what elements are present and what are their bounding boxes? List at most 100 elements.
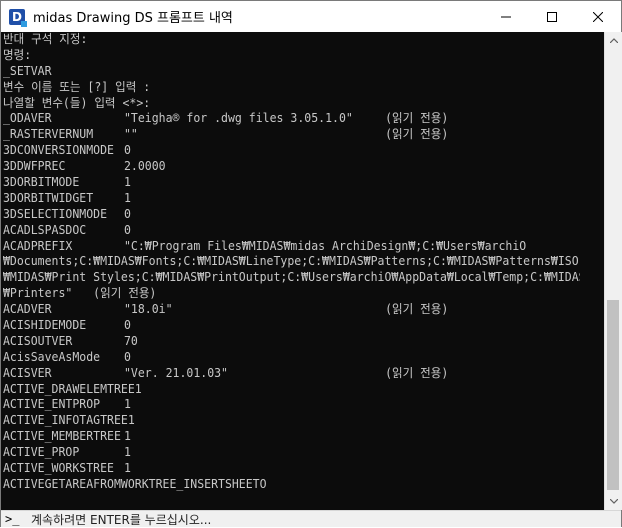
console-line-value: 1 [123, 461, 131, 476]
console-line-text: ₩Printers" (읽기 전용) [3, 286, 157, 301]
console-line-value: "Ver. 21.01.03" [123, 365, 228, 380]
console-line-note: (읽기 전용) [385, 127, 449, 142]
console-line-value: "Teigha® for .dwg files 3.05.1.0" [123, 111, 353, 126]
console-line: AcisSaveAsMode 0 [3, 350, 580, 366]
scroll-up-button[interactable] [605, 32, 622, 49]
window-title: midas Drawing DS 프롬프트 내역 [33, 11, 233, 26]
console-line-value: 0 [123, 318, 131, 333]
console-line-text: AcisSaveAsMode [3, 349, 101, 364]
console-line-text: 나열할 변수(들) 입력 <*>: [3, 95, 151, 110]
console-line-value: 1 [123, 429, 131, 444]
chevron-up-icon [609, 38, 618, 43]
console-line-text: ACTIVE_PROP [3, 445, 80, 460]
console-line: ACTIVE_ENTPROP 1 [3, 397, 580, 413]
console-line-text: _SETVAR [3, 63, 52, 78]
console-line-text: 명령: [3, 47, 32, 62]
minimize-icon [501, 16, 511, 17]
maximize-icon [547, 11, 557, 22]
console-line: 3DCONVERSIONMODE 0 [3, 143, 580, 159]
console-line-text: ACISVER [3, 365, 52, 380]
console-line-text: ACTIVE_DRAWELEMTREE1 [3, 381, 142, 396]
console-line-value: "C:₩Program Files₩MIDAS₩midas ArchiDesig… [123, 238, 527, 253]
console-line-note: (읽기 전용) [385, 111, 449, 126]
console-line-text: ACTIVE_INFOTAGTREE1 [3, 413, 135, 428]
status-message: 계속하려면 ENTER를 누르십시오... [31, 512, 212, 527]
scrollbar-thumb[interactable] [607, 300, 619, 490]
console-line: _RASTERVERNUM "" (읽기 전용) [3, 127, 580, 143]
console-line-text: 3DDWFPREC [3, 159, 66, 174]
console-line: 나열할 변수(들) 입력 <*>: [3, 96, 580, 112]
console-line-value: 1 [123, 445, 131, 460]
console-line: ACADLSPASDOC 0 [3, 223, 580, 239]
console-line-text: ACISHIDEMODE [3, 318, 87, 333]
console-line-text: ACADPREFIX [3, 238, 73, 253]
console-line-value: 0 [123, 349, 131, 364]
console-line-text: ACTIVE_MEMBERTREE [3, 429, 121, 444]
console-line-text: 변수 이름 또는 [?] 입력 : [3, 79, 151, 94]
prompt-history-window: D midas Drawing DS 프롬프트 내역 반대 구석 지정: 명령: _… [0, 0, 622, 527]
midas-app-icon: D [9, 8, 27, 27]
console-line: 3DORBITWIDGET 1 [3, 191, 580, 207]
console-line: _ODAVER "Teigha® for .dwg files 3.05.1.0"… [3, 111, 580, 127]
console-line-value: 1 [123, 175, 131, 190]
console-line-text: ACTIVE_ENTPROP [3, 397, 101, 412]
console-line-value: 1 [123, 397, 131, 412]
console-line: ₩MIDAS₩Print Styles;C:₩MIDAS₩PrintOutput… [3, 270, 580, 286]
console-line: 명령: [3, 48, 580, 64]
console-line-value: 2.0000 [123, 159, 166, 174]
console-line-text: 3DSELECTIONMODE [3, 206, 108, 221]
console-line: ACADPREFIX "C:₩Program Files₩MIDAS₩midas … [3, 239, 580, 255]
console-line: ACISHIDEMODE 0 [3, 318, 580, 334]
console-line-text: _ODAVER [3, 111, 52, 126]
console-line: _SETVAR [3, 64, 580, 80]
console-line-note: (읽기 전용) [385, 302, 449, 317]
console-line-text: 3DORBITMODE [3, 175, 80, 190]
maximize-button[interactable] [529, 1, 575, 32]
console-lines: 반대 구석 지정: 명령: _SETVAR 변수 이름 또는 [?] 입력 : 나열할 … [3, 32, 604, 493]
console-line-text: ACISOUTVER [3, 333, 73, 348]
close-button[interactable] [575, 1, 621, 32]
console-line-value: 1 [123, 190, 131, 205]
console-line: ACISVER "Ver. 21.01.03" (읽기 전용) [3, 366, 580, 382]
console-line: ₩Printers" (읽기 전용) [3, 286, 580, 302]
console-line-value: 0 [123, 143, 131, 158]
console-line-text: 3DCONVERSIONMODE [3, 143, 114, 158]
console-line: ACISOUTVER 70 [3, 334, 580, 350]
console-line-text: ₩Documents;C:₩MIDAS₩Fonts;C:₩MIDAS₩LineT… [3, 254, 580, 269]
close-icon [593, 11, 603, 22]
console-line: 3DORBITMODE 1 [3, 175, 580, 191]
console-line: ACTIVE_WORKSTREE 1 [3, 461, 580, 477]
chevron-down-icon [609, 499, 618, 504]
console-line: 3DDWFPREC 2.0000 [3, 159, 580, 175]
console-line: ACTIVE_MEMBERTREE 1 [3, 429, 580, 445]
console-line-text: 반대 구석 지정: [3, 32, 88, 46]
console-line: ACTIVEGETAREAFROMWORKTREE_INSERTSHEETO [3, 477, 580, 493]
console-line-text: ACTIVEGETAREAFROMWORKTREE_INSERTSHEETO [3, 476, 267, 491]
console-output[interactable]: 반대 구석 지정: 명령: _SETVAR 변수 이름 또는 [?] 입력 : 나열할 … [1, 32, 604, 510]
status-bar[interactable]: >_ 계속하려면 ENTER를 누르십시오... [1, 510, 621, 527]
console-line-value: "" [123, 127, 138, 142]
console-line-text: ACADVER [3, 302, 52, 317]
console-line: ACADVER "18.0i" (읽기 전용) [3, 302, 580, 318]
minimize-button[interactable] [483, 1, 529, 32]
console-line: ACTIVE_DRAWELEMTREE1 [3, 382, 580, 398]
scroll-down-button[interactable] [605, 493, 622, 510]
command-prompt-icon: >_ [5, 512, 20, 526]
console-line: 반대 구석 지정: [3, 32, 580, 48]
console-line-text: ₩MIDAS₩Print Styles;C:₩MIDAS₩PrintOutput… [3, 270, 580, 285]
console-line-value: 0 [123, 206, 131, 221]
console-line: ACTIVE_INFOTAGTREE1 [3, 413, 580, 429]
console-line: ₩Documents;C:₩MIDAS₩Fonts;C:₩MIDAS₩LineT… [3, 254, 580, 270]
console-line-text: 3DORBITWIDGET [3, 190, 94, 205]
vertical-scrollbar[interactable] [604, 32, 622, 510]
title-bar[interactable]: D midas Drawing DS 프롬프트 내역 [1, 1, 621, 32]
console-line: 변수 이름 또는 [?] 입력 : [3, 80, 580, 96]
console-line-text: _RASTERVERNUM [3, 127, 94, 142]
console-line: 3DSELECTIONMODE 0 [3, 207, 580, 223]
console-line-note: (읽기 전용) [385, 365, 449, 380]
console-line-value: 70 [123, 333, 138, 348]
console-line-text: ACADLSPASDOC [3, 222, 87, 237]
console-line-text: ACTIVE_WORKSTREE [3, 461, 114, 476]
console-line-value: "18.0i" [123, 302, 173, 317]
console-line: ACTIVE_PROP 1 [3, 445, 580, 461]
